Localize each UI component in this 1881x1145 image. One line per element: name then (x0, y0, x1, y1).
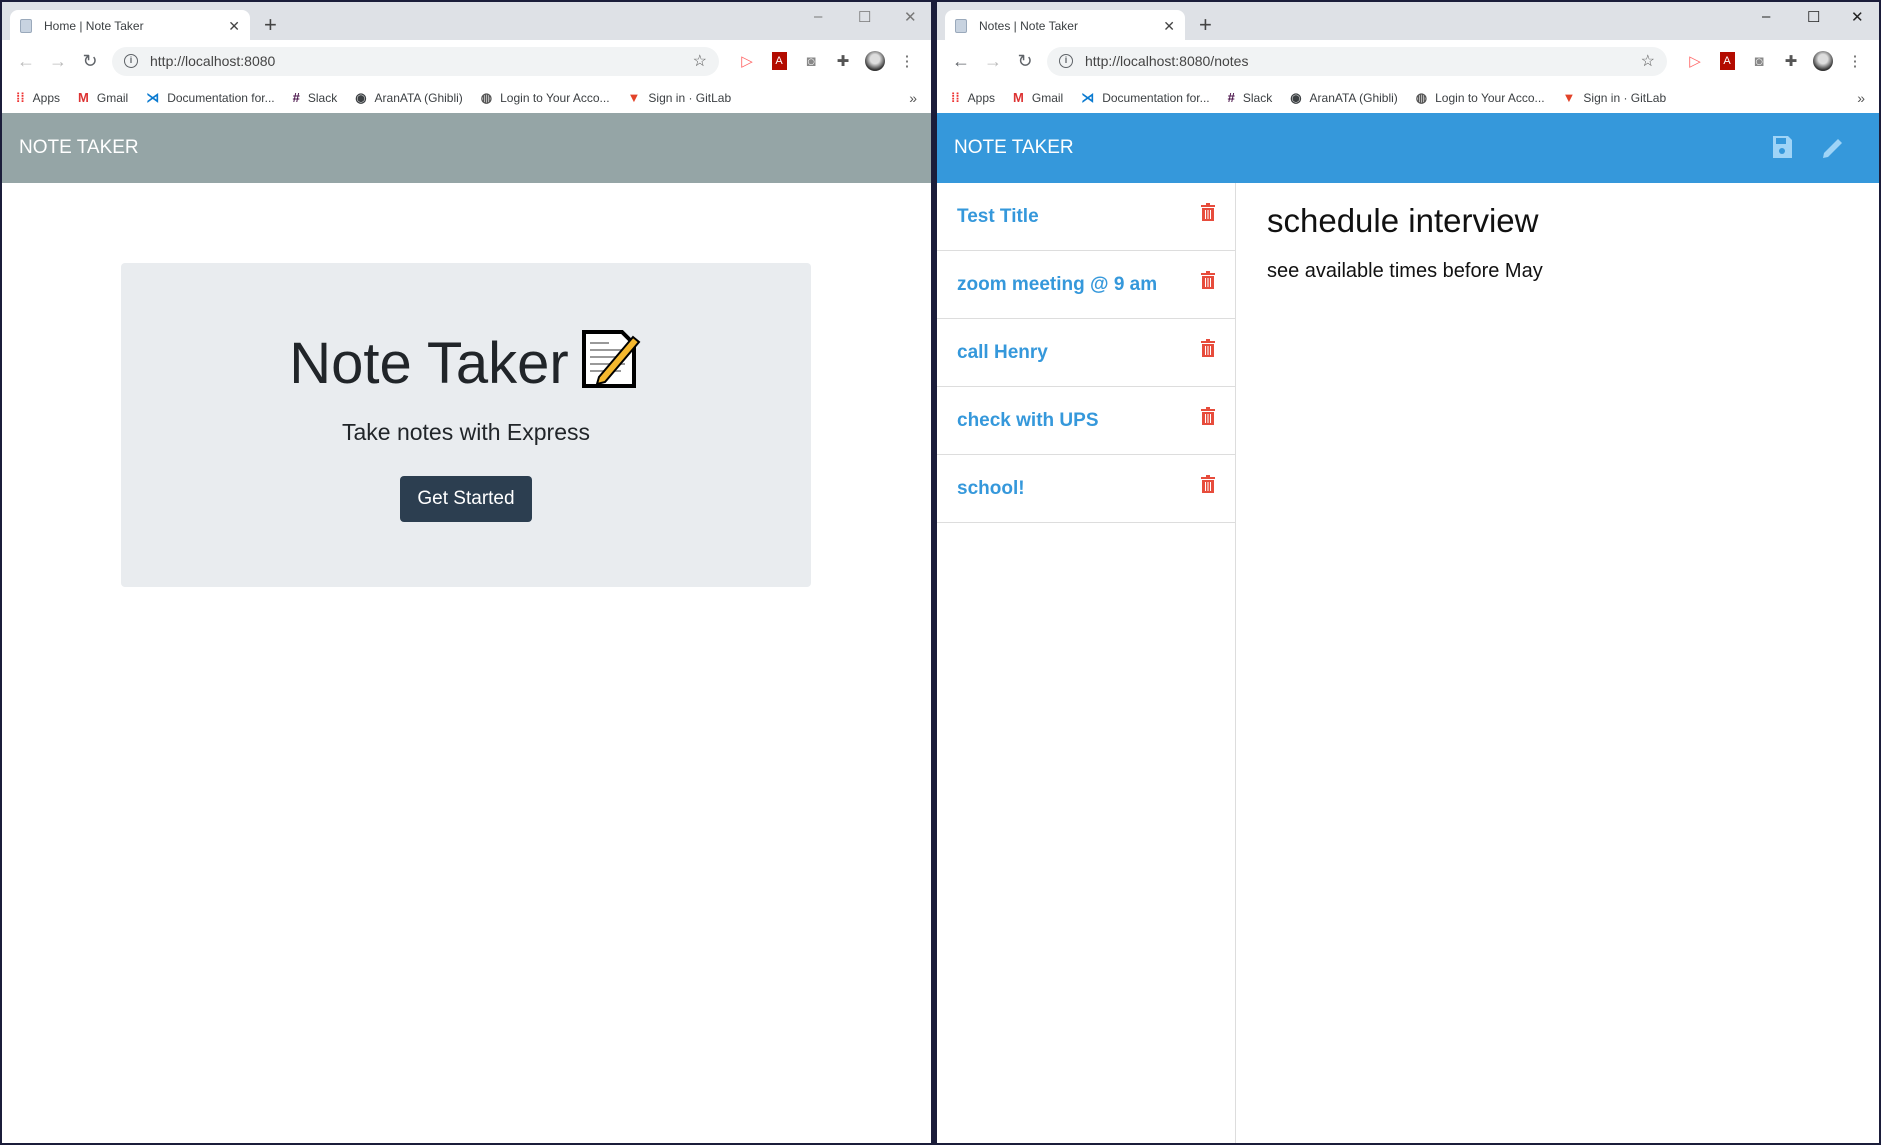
maximize-button[interactable]: ☐ (858, 8, 871, 26)
cast-extension-icon[interactable]: ▷ (1679, 52, 1711, 70)
note-text-input[interactable]: see available times before May (1267, 260, 1543, 283)
reload-icon[interactable]: ↻ (74, 51, 106, 72)
note-title-input[interactable]: schedule interview (1267, 202, 1543, 240)
bookmark-gitlab[interactable]: ▼ Sign in · GitLab (1563, 90, 1667, 105)
page-icon (955, 19, 967, 33)
pdf-extension-icon[interactable]: A (763, 52, 795, 70)
tab-title: Home | Note Taker (44, 19, 144, 33)
note-title[interactable]: zoom meeting @ 9 am (957, 274, 1157, 296)
hero-jumbotron: Note Taker Take notes with Express Get S… (121, 263, 811, 587)
note-title[interactable]: school! (957, 478, 1025, 500)
brand[interactable]: NOTE TAKER (19, 137, 139, 159)
url-text: http://localhost:8080 (150, 53, 276, 69)
pdf-extension-icon[interactable]: A (1711, 52, 1743, 70)
list-item[interactable]: zoom meeting @ 9 am (937, 251, 1235, 319)
maximize-button[interactable]: ☐ (1807, 8, 1820, 26)
profile-avatar[interactable] (1807, 51, 1839, 71)
memo-icon (581, 329, 643, 389)
trash-icon[interactable] (1201, 406, 1215, 425)
url-text: http://localhost:8080/notes (1085, 53, 1249, 69)
trash-icon[interactable] (1201, 270, 1215, 289)
star-icon[interactable]: ☆ (693, 51, 707, 71)
bookmark-gmail[interactable]: M Gmail (1013, 90, 1063, 105)
tab-notes[interactable]: Notes | Note Taker ✕ (945, 10, 1185, 42)
bookmark-login[interactable]: ◍ Login to Your Acco... (1416, 90, 1545, 106)
camera-extension-icon[interactable]: ◙ (795, 53, 827, 70)
new-tab-button[interactable]: + (264, 12, 277, 38)
brand[interactable]: NOTE TAKER (954, 137, 1074, 159)
menu-kebab-icon[interactable]: ⋮ (891, 52, 923, 70)
extensions-puzzle-icon[interactable]: ✚ (1775, 52, 1807, 70)
bookmark-apps[interactable]: ⁞⁞ Apps (16, 90, 60, 105)
bookmark-github[interactable]: ◉ AranATA (Ghibli) (1290, 90, 1398, 106)
trash-icon[interactable] (1201, 202, 1215, 221)
navbar: NOTE TAKER (937, 113, 1879, 183)
browser-window-home: Home | Note Taker ✕ + – ☐ ✕ ← → ↻ i http:/… (2, 2, 931, 1143)
menu-kebab-icon[interactable]: ⋮ (1839, 52, 1871, 70)
bookmark-slack[interactable]: # Slack (1228, 90, 1273, 105)
back-icon[interactable]: ← (10, 51, 42, 72)
minimize-button[interactable]: – (814, 8, 822, 25)
bookmark-gmail[interactable]: M Gmail (78, 90, 128, 105)
profile-avatar[interactable] (859, 51, 891, 71)
info-icon[interactable]: i (1059, 54, 1073, 68)
close-tab-icon[interactable]: ✕ (228, 18, 240, 35)
star-icon[interactable]: ☆ (1641, 51, 1655, 71)
address-bar-row: ← → ↻ i http://localhost:8080/notes ☆ ▷ A … (937, 40, 1879, 82)
bookmark-github[interactable]: ◉ AranATA (Ghibli) (355, 90, 463, 106)
list-item[interactable]: Test Title (937, 183, 1235, 251)
cast-extension-icon[interactable]: ▷ (731, 52, 763, 70)
note-editor: schedule interview see available times b… (1267, 202, 1543, 283)
get-started-button[interactable]: Get Started (400, 476, 532, 522)
note-title[interactable]: check with UPS (957, 410, 1099, 432)
tab-home[interactable]: Home | Note Taker ✕ (10, 10, 250, 42)
more-bookmarks-icon[interactable]: » (909, 90, 917, 106)
tab-strip: Notes | Note Taker ✕ + – ☐ ✕ (937, 2, 1879, 42)
trash-icon[interactable] (1201, 338, 1215, 357)
extensions-puzzle-icon[interactable]: ✚ (827, 52, 859, 70)
browser-window-notes: Notes | Note Taker ✕ + – ☐ ✕ ← → ↻ i http:… (937, 2, 1879, 1143)
camera-extension-icon[interactable]: ◙ (1743, 53, 1775, 70)
notes-list: Test Title zoom meeting @ 9 am call Henr… (937, 183, 1236, 1143)
minimize-button[interactable]: – (1762, 8, 1770, 25)
forward-icon[interactable]: → (42, 51, 74, 72)
trash-icon[interactable] (1201, 474, 1215, 493)
forward-icon[interactable]: → (977, 51, 1009, 72)
close-window-button[interactable]: ✕ (904, 8, 917, 26)
close-tab-icon[interactable]: ✕ (1163, 18, 1175, 35)
bookmarks-bar: ⁞⁞ Apps M Gmail ⋊ Documentation for... # Sla… (2, 82, 931, 114)
reload-icon[interactable]: ↻ (1009, 51, 1041, 72)
save-note-icon[interactable] (1771, 135, 1793, 164)
bookmarks-bar: ⁞⁞ Apps M Gmail ⋊ Documentation for... # Sla… (937, 82, 1879, 114)
url-input[interactable]: i http://localhost:8080 ☆ (112, 46, 719, 76)
bookmark-gitlab[interactable]: ▼ Sign in · GitLab (628, 90, 732, 105)
bookmark-login[interactable]: ◍ Login to Your Acco... (481, 90, 610, 106)
bookmark-docs[interactable]: ⋊ Documentation for... (1081, 90, 1209, 106)
bookmark-slack[interactable]: # Slack (293, 90, 338, 105)
hero-subtitle: Take notes with Express (341, 419, 590, 445)
tab-title: Notes | Note Taker (979, 19, 1078, 33)
url-input[interactable]: i http://localhost:8080/notes ☆ (1047, 46, 1667, 76)
info-icon[interactable]: i (124, 54, 138, 68)
more-bookmarks-icon[interactable]: » (1857, 90, 1865, 106)
bookmark-docs[interactable]: ⋊ Documentation for... (146, 90, 274, 106)
hero-title: Note Taker (121, 329, 811, 397)
close-window-button[interactable]: ✕ (1851, 8, 1864, 26)
back-icon[interactable]: ← (945, 51, 977, 72)
page-icon (20, 19, 32, 33)
address-bar-row: ← → ↻ i http://localhost:8080 ☆ ▷ A ◙ ✚ ⋮ (2, 40, 931, 82)
list-item[interactable]: call Henry (937, 319, 1235, 387)
note-title[interactable]: call Henry (957, 342, 1048, 364)
new-note-pencil-icon[interactable] (1820, 135, 1846, 166)
tab-strip: Home | Note Taker ✕ + – ☐ ✕ (2, 2, 931, 42)
list-item[interactable]: school! (937, 455, 1235, 523)
new-tab-button[interactable]: + (1199, 12, 1212, 38)
bookmark-apps[interactable]: ⁞⁞ Apps (951, 90, 995, 105)
note-title[interactable]: Test Title (957, 206, 1039, 228)
navbar: NOTE TAKER (2, 113, 931, 183)
list-item[interactable]: check with UPS (937, 387, 1235, 455)
